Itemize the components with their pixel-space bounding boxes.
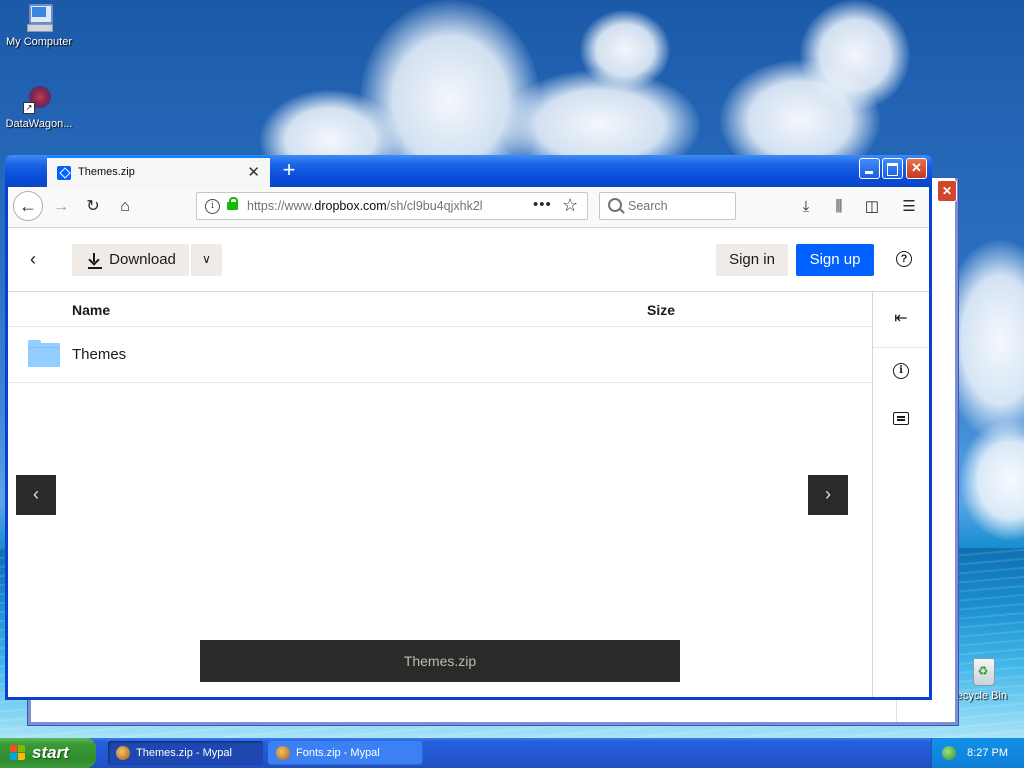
previous-file-button[interactable]: ‹ bbox=[16, 475, 56, 515]
sign-up-button[interactable]: Sign up bbox=[796, 244, 874, 276]
back-arrow-icon[interactable]: ‹ bbox=[30, 249, 36, 270]
desktop-icon-label: ecycle Bin bbox=[956, 690, 1008, 702]
download-label: Download bbox=[109, 251, 176, 268]
desktop-icon-datawagon[interactable]: ↗ DataWagon... bbox=[0, 84, 78, 130]
navigation-toolbar: ← → ↻ ⌂ i https://www.dropbox.com/sh/cl9… bbox=[8, 187, 929, 228]
lock-icon bbox=[227, 197, 238, 210]
search-icon bbox=[608, 198, 622, 212]
comment-icon bbox=[893, 412, 909, 425]
download-icon-base bbox=[88, 267, 102, 269]
url-text[interactable]: https://www.dropbox.com/sh/cl9bu4qjxhk2l bbox=[247, 199, 502, 213]
preview-filename-bar: Themes.zip bbox=[200, 640, 680, 682]
comment-button[interactable] bbox=[889, 407, 913, 431]
download-options-chevron-icon[interactable]: ∨ bbox=[191, 244, 222, 276]
desktop-icon-label: My Computer bbox=[5, 36, 73, 48]
search-input[interactable] bbox=[628, 197, 728, 215]
column-header-size[interactable]: Size bbox=[647, 302, 675, 318]
tab-themes-zip[interactable]: Themes.zip ✕ bbox=[47, 156, 270, 187]
network-icon[interactable] bbox=[942, 746, 956, 760]
details-sidebar: ⇤ i bbox=[872, 292, 929, 697]
sidebar-toggle-button[interactable]: ◫ bbox=[860, 194, 884, 220]
list-item[interactable]: Themes bbox=[8, 327, 872, 383]
browser-client-area: ← → ↻ ⌂ i https://www.dropbox.com/sh/cl9… bbox=[8, 187, 929, 697]
folder-icon bbox=[28, 340, 60, 367]
search-bar[interactable] bbox=[599, 192, 736, 220]
downloads-button[interactable]: ⤓ bbox=[794, 194, 818, 220]
file-name[interactable]: Themes bbox=[72, 346, 126, 363]
page-actions-icon[interactable]: ••• bbox=[533, 196, 552, 213]
forward-button[interactable]: → bbox=[48, 194, 74, 220]
library-button[interactable]: ⫼ bbox=[827, 194, 851, 220]
mypal-icon bbox=[116, 746, 130, 760]
help-icon[interactable]: ? bbox=[896, 251, 912, 267]
taskbar-item-label: Fonts.zip - Mypal bbox=[296, 747, 380, 759]
reload-button[interactable]: ↻ bbox=[80, 194, 106, 220]
start-button[interactable]: start bbox=[0, 738, 96, 768]
mypal-icon bbox=[276, 746, 290, 760]
download-icon bbox=[88, 253, 100, 265]
title-bar[interactable]: Themes.zip ✕ + ✕ bbox=[5, 155, 932, 187]
desktop-icon-my-computer[interactable]: My Computer bbox=[0, 2, 78, 48]
bookmark-star-icon[interactable]: ☆ bbox=[562, 195, 578, 216]
background-window-close-button[interactable]: ✕ bbox=[937, 180, 957, 202]
info-button[interactable]: i bbox=[889, 360, 913, 384]
tab-close-icon[interactable]: ✕ bbox=[247, 163, 260, 181]
home-button[interactable]: ⌂ bbox=[112, 194, 138, 220]
clock[interactable]: 8:27 PM bbox=[967, 738, 1008, 768]
column-header-name[interactable]: Name bbox=[72, 302, 110, 318]
file-list-header: Name Size bbox=[8, 292, 872, 327]
taskbar: start Themes.zip - Mypal Fonts.zip - Myp… bbox=[0, 738, 1024, 768]
computer-icon bbox=[23, 2, 55, 34]
sign-in-button[interactable]: Sign in bbox=[716, 244, 788, 276]
browser-window: Themes.zip ✕ + ✕ ← → ↻ ⌂ i https://www.d… bbox=[5, 155, 932, 700]
new-tab-button[interactable]: + bbox=[277, 158, 301, 182]
taskbar-item-fonts-zip[interactable]: Fonts.zip - Mypal bbox=[268, 741, 423, 765]
system-tray: 8:27 PM bbox=[931, 738, 1024, 768]
menu-button[interactable]: ☰ bbox=[897, 194, 921, 220]
desktop-icon-label: DataWagon... bbox=[5, 118, 73, 130]
start-label: start bbox=[32, 743, 69, 762]
maximize-button[interactable] bbox=[882, 158, 903, 179]
dropbox-favicon-icon bbox=[57, 166, 71, 180]
dropbox-header: ‹ Download ∨ Sign in Sign up ? bbox=[8, 228, 929, 292]
desktop-background: My Computer ↗ DataWagon... ♻ ecycle Bin … bbox=[0, 0, 1024, 738]
site-info-icon[interactable]: i bbox=[205, 199, 220, 214]
info-icon: i bbox=[893, 363, 909, 379]
url-bar[interactable]: i https://www.dropbox.com/sh/cl9bu4qjxhk… bbox=[196, 192, 588, 220]
taskbar-item-label: Themes.zip - Mypal bbox=[136, 747, 232, 759]
close-button[interactable]: ✕ bbox=[906, 158, 927, 179]
cloud bbox=[580, 10, 670, 90]
windows-logo-icon bbox=[10, 745, 26, 761]
back-button[interactable]: ← bbox=[13, 191, 43, 221]
download-button[interactable]: Download bbox=[72, 244, 189, 276]
tab-title: Themes.zip bbox=[78, 166, 135, 178]
cloud bbox=[800, 0, 910, 110]
collapse-sidebar-icon[interactable]: ⇤ bbox=[889, 307, 913, 331]
sidebar-divider bbox=[873, 347, 929, 348]
cloud bbox=[960, 420, 1024, 540]
taskbar-item-themes-zip[interactable]: Themes.zip - Mypal bbox=[108, 741, 263, 765]
datawagon-icon: ↗ bbox=[23, 84, 55, 116]
next-file-button[interactable]: › bbox=[808, 475, 848, 515]
recycle-bin-icon: ♻ bbox=[966, 656, 998, 688]
minimize-button[interactable] bbox=[859, 158, 880, 179]
